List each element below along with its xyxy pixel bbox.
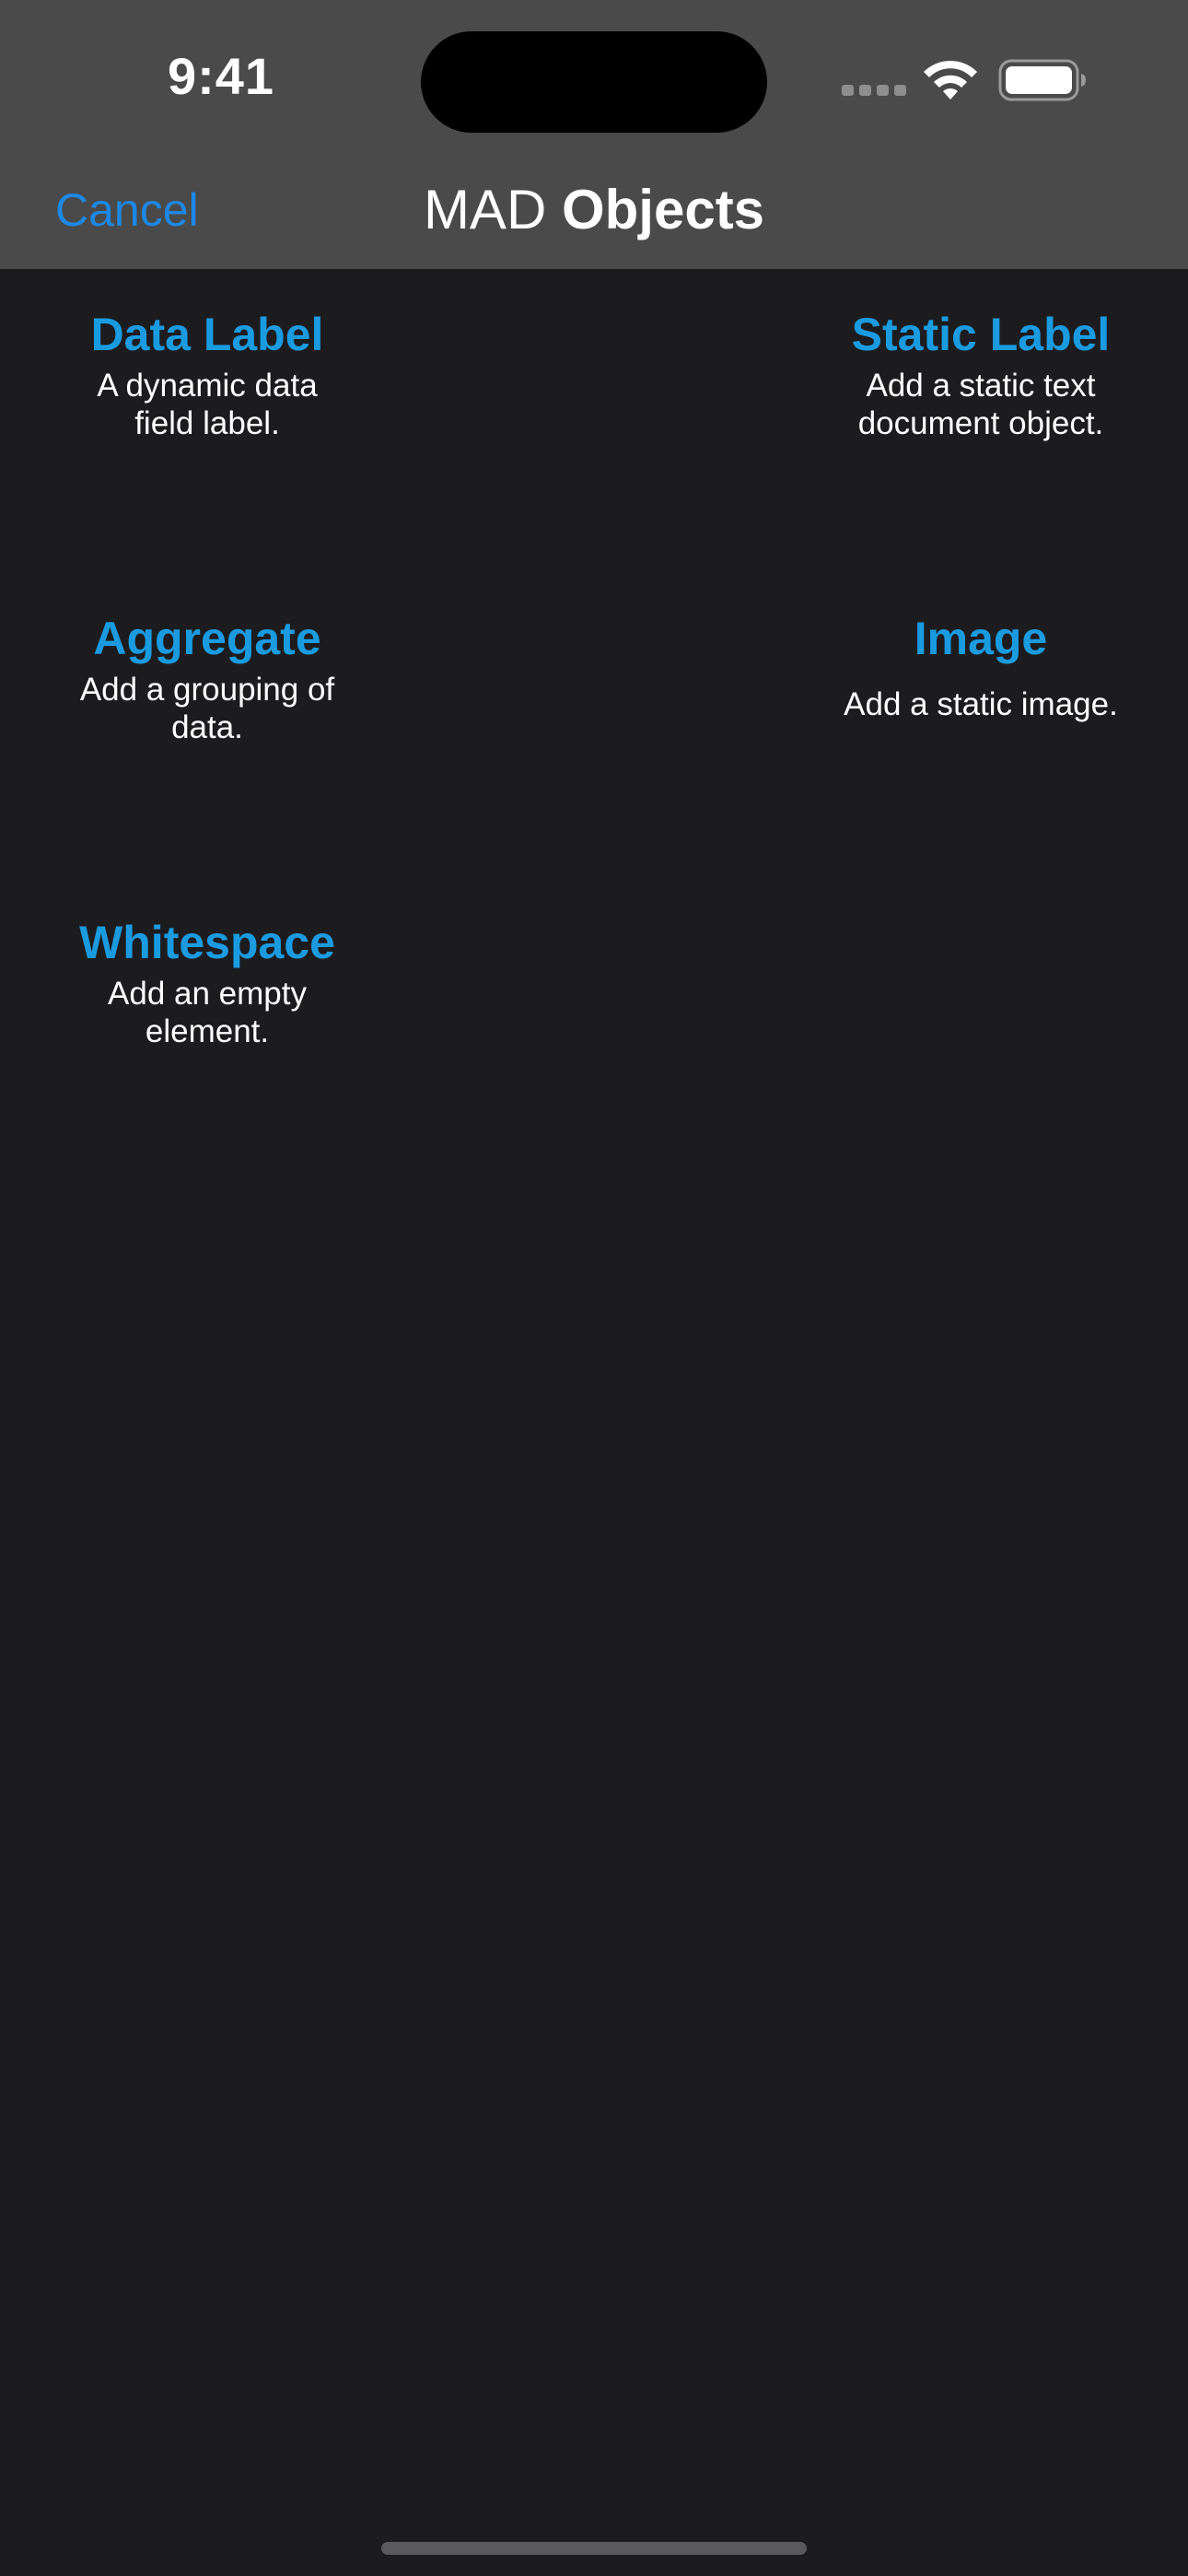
object-tile-whitespace[interactable]: Whitespace Add an empty element. — [14, 914, 401, 1050]
object-tile-static-label[interactable]: Static Label Add a static text document … — [787, 306, 1174, 442]
dynamic-island — [421, 31, 767, 133]
object-title: Whitespace — [79, 917, 335, 968]
object-description: Add an empty element. — [108, 976, 307, 1049]
object-description: Add a grouping of data. — [79, 672, 335, 745]
battery-icon — [998, 59, 1086, 101]
nav-title: MAD Objects — [0, 177, 1188, 243]
object-description: A dynamic data field label. — [97, 368, 318, 441]
object-tile-image[interactable]: Image Add a static image. — [787, 610, 1174, 723]
header: 9:41 Cancel MAD Objects — [0, 0, 1188, 269]
object-tile-data-label[interactable]: Data Label A dynamic data field label. — [14, 306, 401, 442]
object-title: Static Label — [851, 309, 1111, 360]
object-description: Add a static text document object. — [857, 368, 1104, 441]
object-title: Image — [914, 613, 1048, 664]
object-title: Data Label — [90, 309, 324, 360]
status-time: 9:41 — [167, 47, 275, 105]
nav-title-main: Objects — [561, 179, 765, 240]
wifi-icon — [924, 60, 977, 100]
object-tile-aggregate[interactable]: Aggregate Add a grouping of data. — [14, 610, 401, 746]
home-indicator[interactable] — [381, 2542, 807, 2555]
object-title: Aggregate — [93, 613, 321, 664]
screen: 9:41 Cancel MAD Objects Data Label A dyn… — [0, 0, 1188, 2576]
object-description: Add a static image. — [844, 686, 1118, 722]
nav-title-prefix: MAD — [423, 179, 547, 240]
cellular-signal-icon — [842, 85, 906, 98]
